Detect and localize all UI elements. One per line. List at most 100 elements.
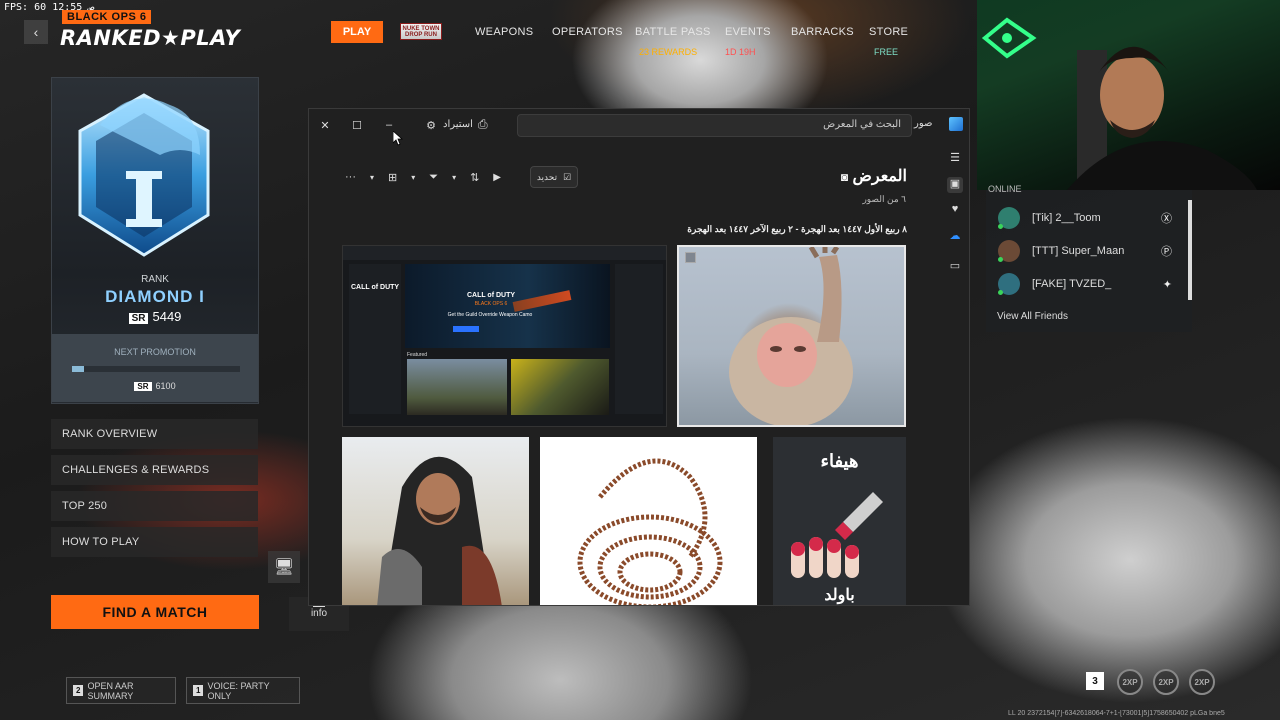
back-icon[interactable]: ‹ [24, 20, 48, 44]
friend-row[interactable]: [FAKE] TVZED_ ✦ [988, 269, 1184, 299]
webcam-overlay [977, 0, 1280, 190]
diamond-rank-emblem [78, 93, 210, 257]
date-range-header: ٨ ربيع الأول ١٤٤٧ بعد الهجرة - ٢ ربيع ال… [687, 224, 907, 234]
sticker-text-top: هيفاء [820, 451, 859, 471]
menu-top-250[interactable]: TOP 250 [51, 491, 258, 521]
nav-store[interactable]: STORE [869, 26, 908, 38]
hint-key: 2 [73, 685, 84, 696]
gallery-search-input[interactable]: البحث في المعرض [517, 114, 912, 137]
person-illustration [377, 456, 502, 605]
photo-count: ٦ من الصور [862, 194, 906, 204]
promotion-progress-bar [72, 366, 240, 372]
nav-weapons[interactable]: WEAPONS [475, 26, 533, 38]
mouse-cursor-icon [393, 131, 403, 146]
chevron-down-icon[interactable]: ▾ [411, 173, 415, 182]
prayer-beads-illustration [577, 458, 723, 605]
double-bp-xp-token-icon[interactable]: 2XP [1189, 669, 1215, 695]
filter-icon[interactable]: ⏷ [429, 171, 438, 184]
friend-avatar [998, 240, 1020, 262]
friend-name: [TTT] Super_Maan [1032, 245, 1125, 257]
import-icon: ⎙ [477, 117, 488, 131]
sort-icon[interactable]: ⇅ [470, 171, 479, 184]
nav-events[interactable]: EVENTS [725, 26, 771, 38]
shot-topbar [343, 246, 666, 260]
select-label: تحديد [536, 171, 558, 182]
battle-pass-rewards: 23 REWARDS [639, 47, 698, 57]
friends-header: ONLINE [988, 184, 1022, 194]
view-all-friends-link[interactable]: View All Friends [997, 311, 1068, 322]
mode-title: RANKED★PLAY [60, 26, 241, 50]
info-label: info [310, 608, 328, 619]
gallery-title-text: المعرض [852, 168, 907, 185]
maximize-icon[interactable]: ☐ [347, 115, 367, 135]
battlenet-icon: ✦ [1162, 278, 1172, 291]
view-layout-icon[interactable]: ⊞ [388, 171, 397, 184]
photo-tile-sticker[interactable]: هيفاء باولد [773, 437, 906, 605]
nav-operators[interactable]: OPERATORS [552, 26, 623, 38]
promotion-progress-fill [72, 366, 84, 372]
streamer-illustration [981, 17, 1257, 190]
hint-open-aar[interactable]: 2 OPEN AAR SUMMARY [66, 677, 176, 704]
monitor-icon[interactable]: 🖥 [268, 551, 300, 583]
import-button[interactable]: استيراد ⎙ [443, 117, 488, 132]
nav-barracks[interactable]: BARRACKS [791, 26, 854, 38]
sr-tag: SR [128, 313, 149, 324]
menu-challenges-rewards[interactable]: CHALLENGES & REWARDS [51, 455, 258, 485]
shot-featured-2 [511, 359, 609, 415]
friends-scrollbar[interactable] [1188, 200, 1192, 300]
events-timer: 1D 19H [725, 47, 756, 57]
favorites-heart-icon[interactable]: ♥ [947, 203, 963, 219]
checkbox-icon: ☑ [563, 171, 572, 182]
friend-row[interactable]: [TTT] Super_Maan Ⓟ [988, 236, 1184, 266]
store-free-tag: FREE [874, 47, 899, 57]
close-icon[interactable]: ✕ [315, 115, 335, 135]
photo-tile-screenshot[interactable]: CALL of DUTY CALL of DUTY BLACK OPS 6 Ge… [342, 245, 667, 427]
friend-row[interactable]: [Tik] 2__Toom Ⓧ [988, 203, 1184, 233]
friend-avatar [998, 273, 1020, 295]
shot-friends-panel [615, 264, 663, 414]
photo-tile-monkey[interactable] [677, 245, 906, 427]
shot-featured-1 [407, 359, 507, 415]
photo-tile-person[interactable] [342, 437, 529, 605]
menu-hamburger-icon[interactable]: ☰ [947, 151, 963, 167]
friend-name: [FAKE] TVZED_ [1032, 278, 1112, 290]
more-options-icon[interactable]: ··· [345, 171, 356, 183]
photo-tile-beads[interactable] [540, 437, 757, 605]
playstation-icon: Ⓟ [1161, 246, 1172, 258]
shot-cta-button [453, 326, 479, 332]
menu-how-to-play[interactable]: HOW TO PLAY [51, 527, 258, 557]
chevron-down-icon[interactable]: ▾ [370, 173, 374, 182]
nav-play[interactable]: PLAY [331, 21, 383, 43]
xbox-icon: Ⓧ [1161, 213, 1172, 225]
shot-cod-logo: CALL of DUTY [351, 284, 400, 291]
double-xp-token-icon[interactable]: 2XP [1117, 669, 1143, 695]
promo-sr-value: 6100 [155, 381, 176, 391]
rank-name: DIAMOND I [105, 287, 205, 306]
select-button[interactable]: تحديد ☑ [530, 166, 578, 188]
sr-value: 5449 [152, 309, 182, 324]
game-screen: FPS: 60 12:55 ص ‹ BLACK OPS 6 RANKED★PLA… [0, 0, 1280, 720]
double-weapon-xp-token-icon[interactable]: 2XP [1153, 669, 1179, 695]
photos-gallery-window: ✕ ☐ – ⚙ استيراد ⎙ البحث في المعرض صور ☰ ▣… [308, 108, 970, 606]
slideshow-icon[interactable]: ▶ [493, 172, 501, 183]
settings-gear-icon[interactable]: ⚙ [421, 115, 441, 135]
import-label: استيراد [443, 119, 473, 130]
monkey-illustration [729, 247, 853, 425]
find-match-button[interactable]: FIND A MATCH [51, 595, 259, 629]
this-pc-icon[interactable]: ▭ [947, 259, 963, 275]
chevron-down-icon[interactable]: ▾ [452, 173, 456, 182]
menu-rank-overview[interactable]: RANK OVERVIEW [51, 419, 258, 449]
onedrive-cloud-icon[interactable]: ☁ [947, 229, 963, 245]
photo-select-checkbox[interactable] [685, 252, 696, 263]
nail-polish-icon [791, 492, 883, 578]
promotion-sr: SR 6100 [52, 381, 258, 391]
gallery-nav-icon[interactable]: ▣ [947, 177, 963, 193]
hint-label: OPEN AAR SUMMARY [87, 680, 134, 701]
rank-label: RANK [141, 274, 169, 285]
nav-battle-pass[interactable]: BATTLE PASS [635, 26, 711, 38]
photos-app-icon [949, 117, 963, 131]
nav-event-badge[interactable]: NUKE TOWN DROP RUN [400, 23, 442, 40]
hint-voice[interactable]: 1 VOICE: PARTY ONLY [186, 677, 300, 704]
promo-sr-tag: SR [134, 382, 152, 391]
shot-cod-logo-2: CALL of DUTY [466, 292, 516, 299]
